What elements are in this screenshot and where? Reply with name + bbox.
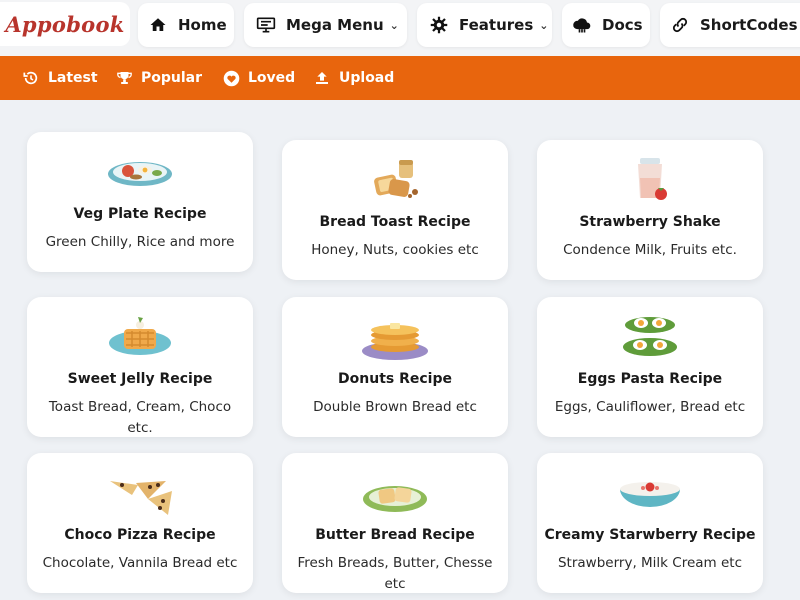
nav-home-label: Home: [178, 16, 227, 34]
recipe-description: Strawberry, Milk Cream etc: [557, 555, 743, 571]
recipe-description: Fresh Breads, Butter, Chesse etc: [297, 555, 493, 592]
top-navbar: Appobook Home Mega Menu ⌄ Features ⌄ Doc…: [0, 0, 800, 56]
recipe-description: Honey, Nuts, cookies etc: [311, 242, 479, 258]
sweet-jelly-icon: [109, 317, 171, 355]
subnav-popular-label: Popular: [141, 70, 203, 86]
subnav-loved-label: Loved: [248, 70, 296, 86]
subnav-upload-label: Upload: [339, 70, 395, 86]
category-bar: Latest Popular Loved Upload: [0, 56, 800, 100]
recipe-title[interactable]: Sweet Jelly Recipe: [27, 371, 253, 387]
recipe-description: Toast Bread, Cream, Choco etc.: [48, 399, 232, 436]
gear-icon: [429, 15, 449, 35]
recipe-card-sweet-jelly[interactable]: Sweet Jelly Recipe Toast Bread, Cream, C…: [27, 297, 253, 437]
nav-docs-button[interactable]: Docs: [562, 3, 650, 47]
pancakes-icon: [362, 323, 428, 360]
recipe-title[interactable]: Butter Bread Recipe: [282, 527, 508, 543]
recipe-description: Eggs, Cauliflower, Bread etc: [554, 399, 746, 415]
recipe-description: Double Brown Bread etc: [313, 399, 477, 415]
chevron-down-icon: ⌄: [389, 18, 399, 32]
recipe-title[interactable]: Strawberry Shake: [537, 214, 763, 230]
nav-features-button[interactable]: Features ⌄: [417, 3, 552, 47]
recipe-card-bread-toast[interactable]: Bread Toast Recipe Honey, Nuts, cookies …: [282, 140, 508, 280]
strawberry-shake-icon: [638, 158, 667, 200]
mega-menu-icon: [256, 15, 276, 35]
nav-mega-menu-button[interactable]: Mega Menu ⌄: [244, 3, 407, 47]
eggs-icon: [623, 317, 677, 356]
recipe-description: Chocolate, Vannila Bread etc: [42, 555, 238, 571]
home-icon: [148, 15, 168, 35]
subnav-upload[interactable]: Upload: [313, 69, 394, 87]
recipe-title[interactable]: Eggs Pasta Recipe: [537, 371, 763, 387]
recipe-card-creamy-strawberry[interactable]: Creamy Starwberry Recipe Strawberry, Mil…: [537, 453, 763, 593]
veg-plate-icon: [108, 162, 172, 186]
nav-docs-label: Docs: [602, 16, 643, 34]
subnav-loved[interactable]: Loved: [222, 69, 295, 87]
recipe-card-butter-bread[interactable]: Butter Bread Recipe Fresh Breads, Butter…: [282, 453, 508, 593]
subnav-popular[interactable]: Popular: [115, 69, 202, 87]
strawberry-bowl-icon: [620, 482, 680, 507]
nav-features-label: Features: [459, 16, 534, 34]
recipe-title[interactable]: Bread Toast Recipe: [282, 214, 508, 230]
link-icon: [670, 15, 690, 35]
nav-home-button[interactable]: Home: [138, 3, 234, 47]
bread-toast-icon: [374, 160, 418, 198]
nav-shortcodes-button[interactable]: ShortCodes: [660, 3, 800, 47]
nav-mega-menu-label: Mega Menu: [286, 16, 384, 34]
chevron-down-icon: ⌄: [539, 18, 549, 32]
brand-logo[interactable]: Appobook: [0, 2, 130, 46]
heart-icon: [222, 69, 240, 87]
recipe-description: Condence Milk, Fruits etc.: [563, 242, 737, 258]
recipe-card-strawberry-shake[interactable]: Strawberry Shake Condence Milk, Fruits e…: [537, 140, 763, 280]
recipe-card-choco-pizza[interactable]: Choco Pizza Recipe Chocolate, Vannila Br…: [27, 453, 253, 593]
nav-shortcodes-label: ShortCodes: [700, 16, 798, 34]
choco-pizza-icon: [110, 481, 172, 515]
history-icon: [22, 69, 40, 87]
subnav-latest-label: Latest: [48, 70, 98, 86]
recipe-title[interactable]: Creamy Starwberry Recipe: [537, 527, 763, 543]
butter-bread-icon: [363, 486, 427, 512]
recipe-description: Green Chilly, Rice and more: [45, 234, 235, 250]
subnav-latest[interactable]: Latest: [22, 69, 98, 87]
trophy-icon: [115, 69, 133, 87]
upload-icon: [313, 69, 331, 87]
recipe-card-veg-plate[interactable]: Veg Plate Recipe Green Chilly, Rice and …: [27, 132, 253, 272]
recipe-title[interactable]: Choco Pizza Recipe: [27, 527, 253, 543]
cloud-docs-icon: [572, 15, 592, 35]
recipe-title[interactable]: Donuts Recipe: [282, 371, 508, 387]
recipe-card-eggs-pasta[interactable]: Eggs Pasta Recipe Eggs, Cauliflower, Bre…: [537, 297, 763, 437]
recipe-card-donuts[interactable]: Donuts Recipe Double Brown Bread etc: [282, 297, 508, 437]
recipe-title[interactable]: Veg Plate Recipe: [27, 206, 253, 222]
